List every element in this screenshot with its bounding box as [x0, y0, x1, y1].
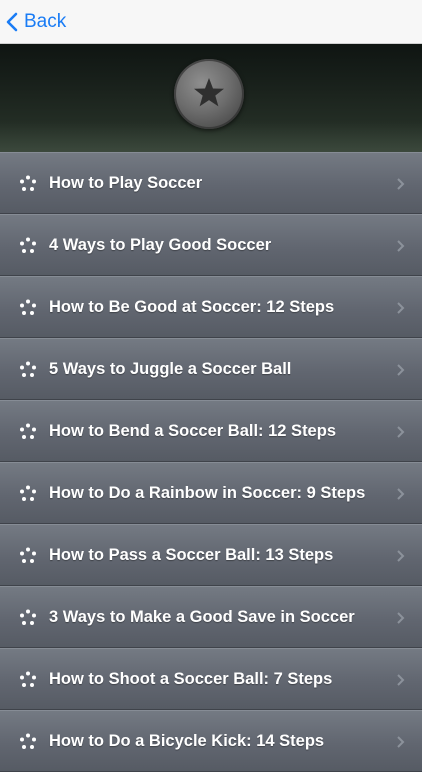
list-item[interactable]: How to Be Good at Soccer: 12 Steps: [0, 276, 422, 338]
dots-bullet-icon: [20, 175, 36, 191]
star-icon: [194, 78, 224, 107]
chevron-right-icon: [397, 364, 405, 376]
chevron-right-icon: [397, 612, 405, 624]
list-item[interactable]: 3 Ways to Make a Good Save in Soccer: [0, 586, 422, 648]
list-item[interactable]: 5 Ways to Juggle a Soccer Ball: [0, 338, 422, 400]
dots-bullet-icon: [20, 485, 36, 501]
chevron-right-icon: [397, 674, 405, 686]
list-item-label: How to Do a Bicycle Kick: 14 Steps: [49, 731, 325, 750]
list-item-label: 4 Ways to Play Good Soccer: [49, 235, 272, 254]
list-item-label: 5 Ways to Juggle a Soccer Ball: [49, 359, 292, 378]
dots-bullet-icon: [20, 423, 36, 439]
dots-bullet-icon: [20, 299, 36, 315]
dots-bullet-icon: [20, 671, 36, 687]
list-item-label: How to Do a Rainbow in Soccer: 9 Steps: [49, 483, 366, 502]
chevron-right-icon: [397, 178, 405, 190]
list-item-label: How to Be Good at Soccer: 12 Steps: [49, 297, 335, 316]
list-item-label: How to Bend a Soccer Ball: 12 Steps: [49, 421, 336, 440]
list-item[interactable]: How to Do a Rainbow in Soccer: 9 Steps: [0, 462, 422, 524]
chevron-right-icon: [397, 736, 405, 748]
list-item-label: 3 Ways to Make a Good Save in Soccer: [49, 607, 355, 626]
chevron-right-icon: [397, 550, 405, 562]
dots-bullet-icon: [20, 609, 36, 625]
star-badge: [174, 59, 244, 129]
dots-bullet-icon: [20, 361, 36, 377]
chevron-right-icon: [397, 488, 405, 500]
chevron-right-icon: [397, 302, 405, 314]
dots-bullet-icon: [20, 547, 36, 563]
chevron-right-icon: [397, 240, 405, 252]
list-item[interactable]: How to Play Soccer: [0, 152, 422, 214]
navigation-bar: Back: [0, 0, 422, 44]
list-item-label: How to Pass a Soccer Ball: 13 Steps: [49, 545, 334, 564]
list-item[interactable]: How to Do a Bicycle Kick: 14 Steps: [0, 710, 422, 772]
dots-bullet-icon: [20, 237, 36, 253]
list-item-label: How to Shoot a Soccer Ball: 7 Steps: [49, 669, 333, 688]
list-item[interactable]: How to Pass a Soccer Ball: 13 Steps: [0, 524, 422, 586]
list-item[interactable]: How to Bend a Soccer Ball: 12 Steps: [0, 400, 422, 462]
chevron-left-icon: [6, 12, 18, 32]
header-banner: [0, 44, 422, 152]
article-list: How to Play Soccer 4 Ways to Play Good S…: [0, 152, 422, 772]
chevron-right-icon: [397, 426, 405, 438]
list-item[interactable]: How to Shoot a Soccer Ball: 7 Steps: [0, 648, 422, 710]
dots-bullet-icon: [20, 733, 36, 749]
back-label: Back: [24, 11, 67, 32]
list-item[interactable]: 4 Ways to Play Good Soccer: [0, 214, 422, 276]
back-button[interactable]: Back: [6, 7, 66, 37]
list-item-label: How to Play Soccer: [49, 173, 203, 192]
